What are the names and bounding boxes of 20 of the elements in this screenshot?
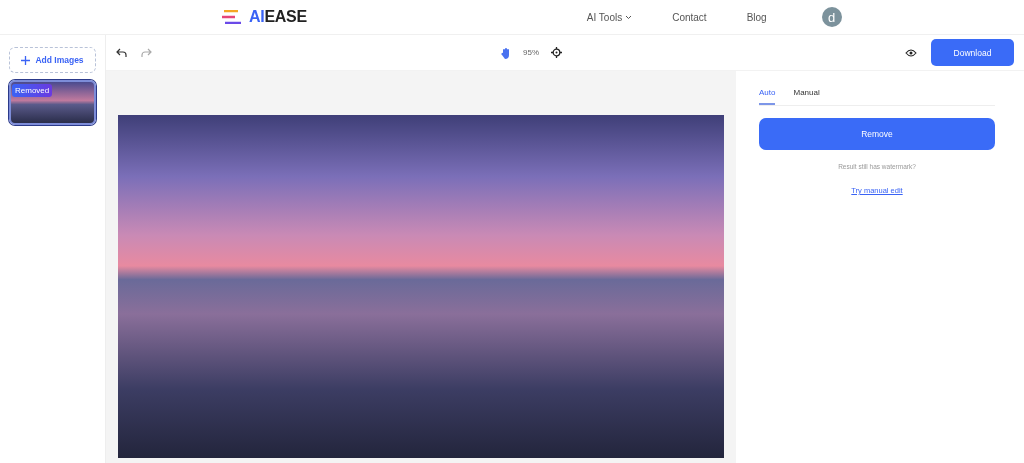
nav-link[interactable]: AI Tools <box>586 11 633 23</box>
chevron-down-icon <box>625 14 633 20</box>
mode-tab[interactable]: Manual <box>793 85 820 105</box>
hand-icon[interactable] <box>501 46 511 59</box>
status-badge: Removed <box>12 84 53 97</box>
add-images-button[interactable]: Add Images <box>9 47 96 73</box>
download-button[interactable]: Download <box>931 39 1014 66</box>
logo-text: AIEASE <box>249 8 307 26</box>
logo-icon <box>221 10 243 24</box>
avatar[interactable]: d <box>821 7 842 27</box>
plus-icon <box>21 55 31 65</box>
undo-icon[interactable] <box>116 47 127 58</box>
nav-link[interactable]: Blog <box>746 11 767 23</box>
zoom-level: 95% <box>523 48 539 57</box>
mode-tab[interactable]: Auto <box>759 85 776 105</box>
image-thumbnail[interactable]: Removed <box>9 80 96 125</box>
nav-link[interactable]: Contact <box>672 11 707 23</box>
crosshair-icon[interactable] <box>551 47 562 58</box>
remove-button[interactable]: Remove <box>759 118 995 150</box>
eye-icon[interactable] <box>905 48 917 57</box>
